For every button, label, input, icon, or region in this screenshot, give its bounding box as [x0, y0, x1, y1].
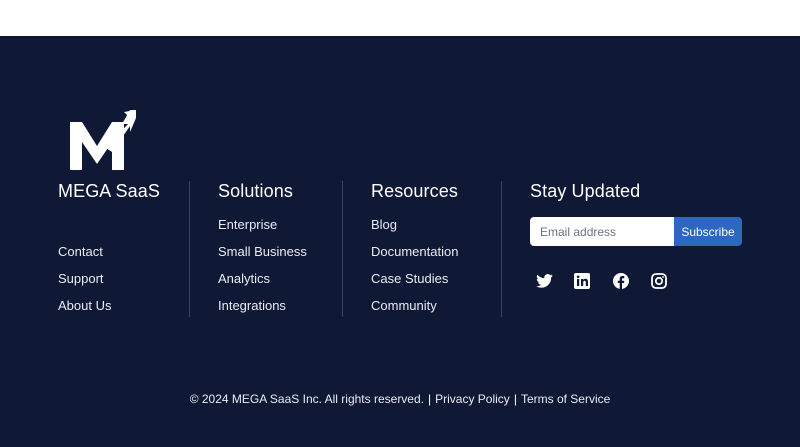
separator: | — [428, 392, 432, 406]
separator: | — [513, 392, 517, 406]
column-divider — [189, 181, 190, 317]
facebook-icon[interactable] — [610, 270, 632, 292]
footer-link-case-studies[interactable]: Case Studies — [371, 271, 448, 286]
subscribe-button[interactable]: Subscribe — [674, 217, 742, 246]
logo-mark-icon — [70, 110, 136, 170]
twitter-icon[interactable] — [533, 270, 555, 292]
footer-link-community[interactable]: Community — [371, 298, 437, 313]
newsletter-heading: Stay Updated — [530, 181, 641, 201]
footer-link-support[interactable]: Support — [58, 271, 104, 286]
footer-link-enterprise[interactable]: Enterprise — [218, 217, 277, 232]
column-divider — [501, 181, 502, 317]
email-input[interactable] — [530, 217, 674, 246]
brand-name: MEGA SaaS — [58, 181, 160, 201]
footer-link-blog[interactable]: Blog — [371, 217, 397, 232]
brand-logo[interactable] — [68, 108, 138, 172]
footer-link-contact[interactable]: Contact — [58, 244, 103, 259]
instagram-icon[interactable] — [648, 270, 670, 292]
footer-link-integrations[interactable]: Integrations — [218, 298, 286, 313]
footer-link-about-us[interactable]: About Us — [58, 298, 111, 313]
legal-bar: © 2024 MEGA SaaS Inc. All rights reserve… — [0, 392, 800, 406]
footer-link-documentation[interactable]: Documentation — [371, 244, 458, 259]
copyright-text: © 2024 MEGA SaaS Inc. All rights reserve… — [189, 392, 424, 406]
terms-of-service-link[interactable]: Terms of Service — [521, 392, 610, 406]
footer-link-small-business[interactable]: Small Business — [218, 244, 307, 259]
footer-link-analytics[interactable]: Analytics — [218, 271, 270, 286]
column-divider — [342, 181, 343, 317]
solutions-heading: Solutions — [218, 181, 293, 201]
linkedin-icon[interactable] — [571, 270, 593, 292]
resources-heading: Resources — [371, 181, 458, 201]
page-top-area — [0, 0, 800, 38]
site-footer: MEGA SaaS Contact Support About Us Solut… — [0, 38, 800, 447]
privacy-policy-link[interactable]: Privacy Policy — [435, 392, 510, 406]
